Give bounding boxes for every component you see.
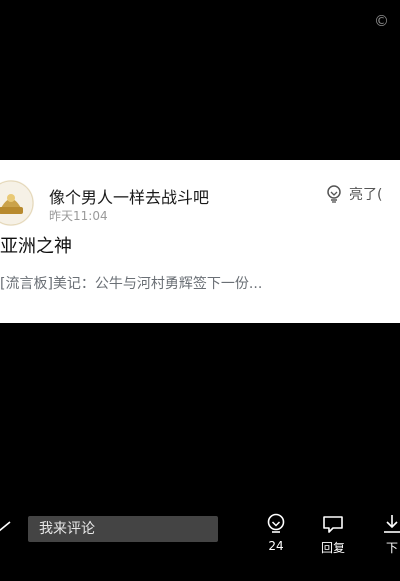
quoted-news-link[interactable]: [流言板]美记：公牛与河村勇辉签下一份... (0, 273, 262, 293)
next-label: 下 (385, 541, 398, 555)
like-label: 亮了( (349, 187, 383, 203)
lightbulb-icon (327, 185, 341, 203)
comment-card: 像个男人一样去战斗吧 昨天11:04 亮了( 亚洲之神 [流言板]美记：公牛与河… (0, 160, 400, 323)
download-icon (384, 515, 400, 533)
download-button[interactable]: 下 (381, 513, 400, 556)
avatar-logo (0, 180, 34, 226)
comment-text: 亚洲之神 (0, 236, 72, 257)
like-count-button[interactable]: 24 (265, 513, 287, 553)
reply-label: 回复 (321, 541, 346, 555)
watermark: © (374, 12, 389, 30)
reply-icon (323, 516, 343, 533)
comment-input[interactable]: 我来评论 (28, 516, 218, 542)
edit-icon[interactable] (0, 519, 12, 533)
reply-button[interactable]: 回复 (321, 513, 345, 556)
bottom-bar: 我来评论 24 回复 下 (0, 505, 400, 555)
like-button[interactable]: 亮了( (326, 184, 382, 204)
lightbulb-icon (267, 513, 285, 533)
like-count: 24 (268, 539, 284, 553)
avatar[interactable] (0, 180, 34, 226)
author-name[interactable]: 像个男人一样去战斗吧 (49, 184, 209, 208)
post-time: 昨天11:04 (49, 209, 108, 223)
